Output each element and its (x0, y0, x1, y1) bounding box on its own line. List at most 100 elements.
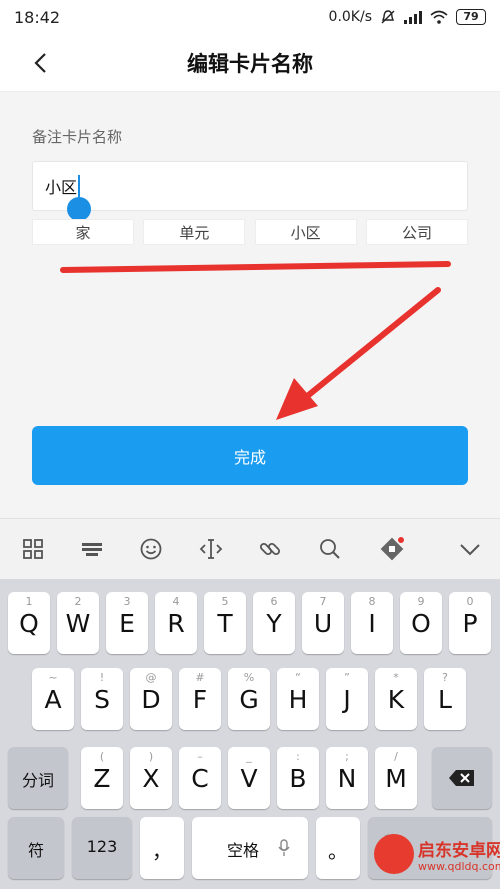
segment-key[interactable]: 分词 (8, 747, 68, 809)
cursor-handle[interactable] (67, 197, 91, 221)
key-label: F (192, 685, 208, 714)
key-t[interactable]: 5T (204, 592, 246, 654)
number-key[interactable]: 123 (72, 817, 132, 879)
chevron-left-icon[interactable] (30, 52, 52, 74)
key-label: T (217, 609, 233, 638)
key-f[interactable]: # F (179, 668, 221, 730)
key-hint: 0 (466, 595, 474, 608)
key-label: S (94, 685, 110, 714)
key-q[interactable]: 1Q (8, 592, 50, 654)
key-u[interactable]: 7U (302, 592, 344, 654)
key-m[interactable]: / M (375, 747, 417, 809)
space-key[interactable]: 空格 (192, 817, 308, 879)
symbol-key[interactable]: 符 (8, 817, 64, 879)
key-hint: 4 (172, 595, 180, 608)
key-n[interactable]: ; N (326, 747, 368, 809)
wifi-icon (430, 10, 448, 24)
key-hint: 6 (270, 595, 278, 608)
key-label: N (337, 764, 357, 793)
key-hint: 5 (221, 595, 229, 608)
status-time: 18:42 (14, 7, 61, 27)
key-j[interactable]: ” J (326, 668, 368, 730)
key-label: Q (19, 609, 39, 638)
key-hint: / (394, 750, 398, 763)
key-o[interactable]: 9O (400, 592, 442, 654)
key-x[interactable]: ) X (130, 747, 172, 809)
key-hint: 9 (417, 595, 425, 608)
key-label: L (438, 685, 452, 714)
key-label: D (141, 685, 161, 714)
chip-company[interactable]: 公司 (365, 219, 468, 245)
key-b[interactable]: :B (277, 747, 319, 809)
key-p[interactable]: 0P (449, 592, 491, 654)
signal-icon (404, 10, 422, 24)
key-label: J (343, 685, 351, 714)
annotation-arrowhead (276, 378, 318, 420)
key-label: K (387, 685, 405, 714)
key-s[interactable]: ! S (81, 668, 123, 730)
chip-unit[interactable]: 单元 (143, 219, 246, 245)
key-k[interactable]: * K (375, 668, 417, 730)
language-key[interactable]: 英 (368, 817, 492, 879)
key-label: I (368, 609, 376, 638)
battery-icon: 79 (456, 9, 486, 25)
key-hint: @ (145, 671, 157, 684)
key-label: G (239, 685, 259, 714)
key-label: X (142, 764, 160, 793)
mute-alarm-icon (381, 10, 395, 24)
key-label: B (289, 764, 307, 793)
key-label: H (288, 685, 308, 714)
key-v[interactable]: _ V (228, 747, 270, 809)
done-button[interactable]: 完成 (32, 426, 468, 485)
key-i[interactable]: 8I (351, 592, 393, 654)
key-hint: : (296, 750, 300, 763)
key-hint: 3 (123, 595, 131, 608)
chip-home[interactable]: 家 (32, 219, 134, 245)
search-icon[interactable] (318, 537, 342, 561)
symbol-key-label: 符 (27, 841, 44, 860)
cursor-move-icon[interactable] (199, 537, 223, 561)
chevron-down-icon[interactable] (458, 537, 482, 561)
period-key[interactable]: 。 (316, 817, 360, 879)
section-label: 备注卡片名称 (32, 128, 123, 146)
key-hint: ~ (48, 671, 58, 684)
key-h[interactable]: “H (277, 668, 319, 730)
key-label: O (411, 609, 431, 638)
suggestion-chips: 家 单元 小区 公司 (32, 219, 468, 245)
key-hint: 8 (368, 595, 376, 608)
input-value: 小区 (45, 178, 78, 197)
key-label: V (240, 764, 258, 793)
key-z[interactable]: (Z (81, 747, 123, 809)
key-g[interactable]: % G (228, 668, 270, 730)
key-w[interactable]: 2W (57, 592, 99, 654)
key-label: W (65, 609, 91, 638)
wallet-icon[interactable] (380, 537, 404, 561)
key-hint: _ (246, 750, 252, 763)
key-l[interactable]: ? L (424, 668, 466, 730)
chip-community[interactable]: 小区 (254, 219, 357, 245)
backspace-icon (449, 770, 474, 786)
key-c[interactable]: – C (179, 747, 221, 809)
key-label: Z (93, 764, 111, 793)
key-hint: “ (295, 671, 301, 684)
keyboard-icon[interactable] (80, 537, 104, 561)
key-r[interactable]: 4R (155, 592, 197, 654)
key-d[interactable]: @ D (130, 668, 172, 730)
key-hint: * (393, 671, 399, 684)
key-a[interactable]: ~ A (32, 668, 74, 730)
link-icon[interactable] (258, 537, 282, 561)
key-e[interactable]: 3E (106, 592, 148, 654)
key-label: P (462, 609, 478, 638)
card-name-input[interactable]: 小区 (32, 161, 468, 211)
network-speed: 0.0K/s (328, 9, 372, 25)
key-label: U (313, 609, 333, 638)
key-label: A (44, 685, 62, 714)
key-y[interactable]: 6Y (253, 592, 295, 654)
emoji-icon[interactable] (139, 537, 163, 561)
backspace-key[interactable] (432, 747, 492, 809)
key-label: R (167, 609, 185, 638)
grid-icon[interactable] (21, 537, 45, 561)
key-hint: % (243, 671, 255, 684)
key-hint: – (197, 750, 203, 763)
key-hint: ; (345, 750, 349, 763)
